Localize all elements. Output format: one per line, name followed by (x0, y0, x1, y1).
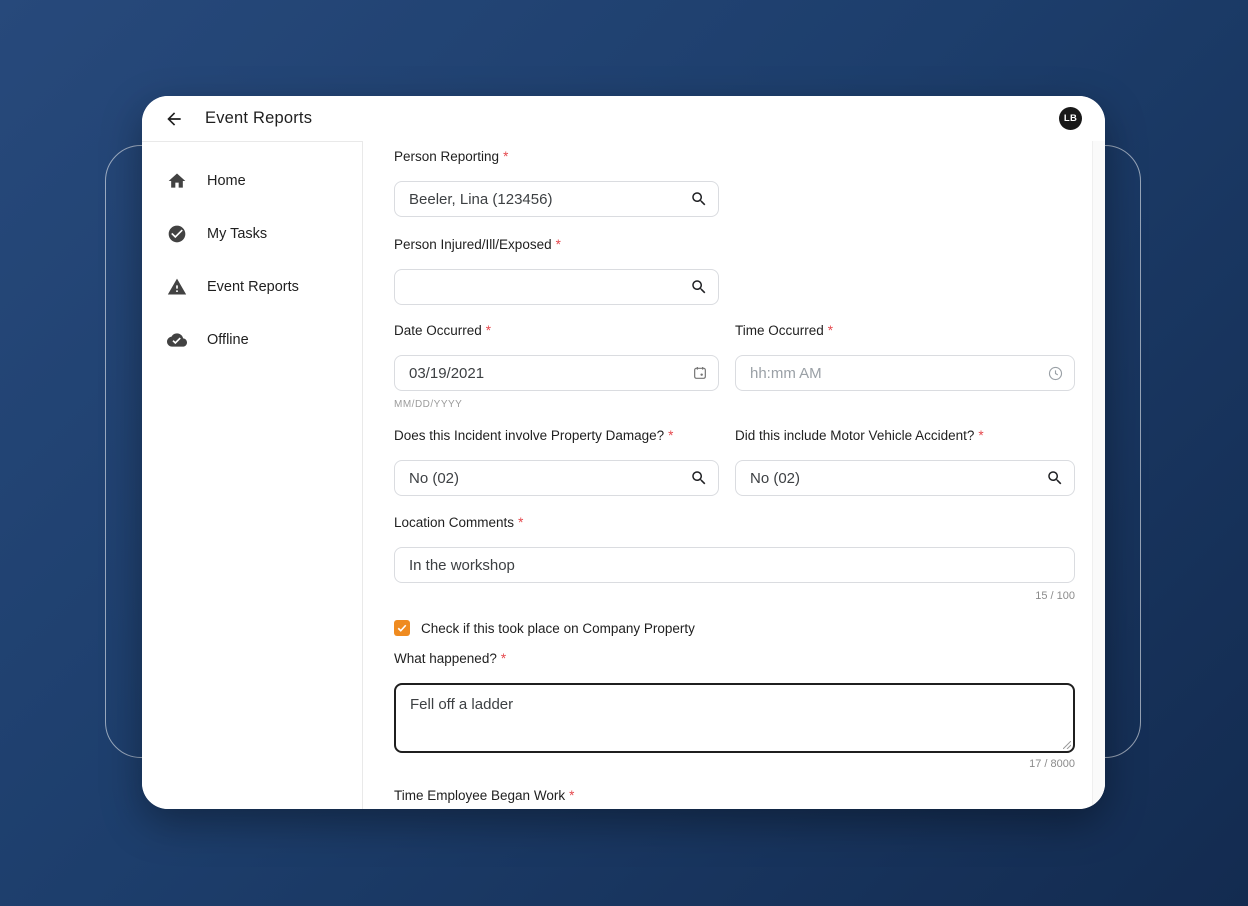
person-injured-value[interactable] (409, 279, 682, 296)
location-comments-value[interactable] (409, 557, 1064, 574)
sidebar-item-label: Offline (207, 332, 249, 348)
required-asterisk: * (668, 428, 673, 443)
motor-vehicle-value[interactable] (750, 470, 1038, 487)
what-happened-textarea[interactable]: Fell off a ladder (394, 683, 1075, 753)
date-time-row: Date Occurred* MM/DD/YYYY Time Occurre (394, 323, 1075, 411)
time-began-work-label: Time Employee Began Work* (394, 788, 1075, 804)
window-body: Home My Tasks Event Reports (142, 141, 1105, 809)
required-asterisk: * (518, 515, 523, 530)
damage-vehicle-row: Does this Incident involve Property Dama… (394, 428, 1075, 496)
sidebar-item-event-reports[interactable]: Event Reports (142, 260, 362, 313)
page-title: Event Reports (205, 109, 312, 128)
scrollbar-track[interactable] (1092, 141, 1105, 809)
sidebar-item-home[interactable]: Home (142, 154, 362, 207)
back-button[interactable] (160, 105, 188, 133)
location-comments-label: Location Comments* (394, 515, 1075, 531)
sidebar-item-offline[interactable]: Offline (142, 313, 362, 366)
sidebar-item-label: Home (207, 173, 246, 189)
person-reporting-label: Person Reporting* (394, 149, 1075, 165)
check-circle-icon (167, 224, 187, 244)
motor-vehicle-label: Did this include Motor Vehicle Accident?… (735, 428, 1075, 444)
required-asterisk: * (486, 323, 491, 338)
what-happened-label: What happened?* (394, 651, 1075, 667)
motor-vehicle-input[interactable] (735, 460, 1075, 496)
location-comments-input[interactable] (394, 547, 1075, 583)
date-occurred-label: Date Occurred* (394, 323, 719, 339)
search-icon[interactable] (690, 278, 708, 296)
date-format-hint: MM/DD/YYYY (394, 399, 719, 411)
required-asterisk: * (503, 149, 508, 164)
company-property-checkbox-row[interactable]: Check if this took place on Company Prop… (394, 619, 1075, 637)
property-damage-label: Does this Incident involve Property Dama… (394, 428, 719, 444)
time-occurred-value[interactable] (750, 365, 1039, 382)
time-occurred-input[interactable] (735, 355, 1075, 391)
search-icon[interactable] (690, 190, 708, 208)
home-icon (167, 171, 187, 191)
form-scroll-area: Person Reporting* Person Injured/Ill/Exp… (363, 141, 1105, 809)
required-asterisk: * (556, 237, 561, 252)
required-asterisk: * (501, 651, 506, 666)
required-asterisk: * (569, 788, 574, 803)
search-icon[interactable] (690, 469, 708, 487)
event-reports-window: Event Reports LB Home My Tasks (142, 96, 1105, 809)
app-background: Event Reports LB Home My Tasks (0, 0, 1248, 906)
search-icon[interactable] (1046, 469, 1064, 487)
date-occurred-input[interactable] (394, 355, 719, 391)
app-header: Event Reports LB (142, 96, 1105, 141)
property-damage-value[interactable] (409, 470, 682, 487)
clock-icon[interactable] (1047, 365, 1064, 382)
location-comments-counter: 15 / 100 (394, 590, 1075, 603)
required-asterisk: * (978, 428, 983, 443)
calendar-icon[interactable] (692, 365, 708, 381)
sidebar: Home My Tasks Event Reports (142, 141, 363, 809)
resize-grip-icon[interactable] (1063, 741, 1071, 749)
person-injured-input[interactable] (394, 269, 719, 305)
time-occurred-label: Time Occurred* (735, 323, 1075, 339)
person-injured-label: Person Injured/Ill/Exposed* (394, 237, 1075, 253)
what-happened-field: Fell off a ladder (394, 683, 1075, 753)
required-asterisk: * (828, 323, 833, 338)
date-occurred-value[interactable] (409, 365, 684, 382)
person-reporting-input[interactable] (394, 181, 719, 217)
person-reporting-value[interactable] (409, 191, 682, 208)
user-avatar[interactable]: LB (1059, 107, 1082, 130)
property-damage-input[interactable] (394, 460, 719, 496)
sidebar-item-label: Event Reports (207, 279, 299, 295)
back-arrow-icon (164, 109, 184, 129)
cloud-check-icon (167, 330, 187, 350)
company-property-checkbox-label: Check if this took place on Company Prop… (421, 621, 695, 636)
sidebar-item-my-tasks[interactable]: My Tasks (142, 207, 362, 260)
sidebar-item-label: My Tasks (207, 226, 267, 242)
what-happened-counter: 17 / 8000 (394, 758, 1075, 771)
checkbox-checked-icon[interactable] (394, 620, 410, 636)
warning-icon (167, 277, 187, 297)
